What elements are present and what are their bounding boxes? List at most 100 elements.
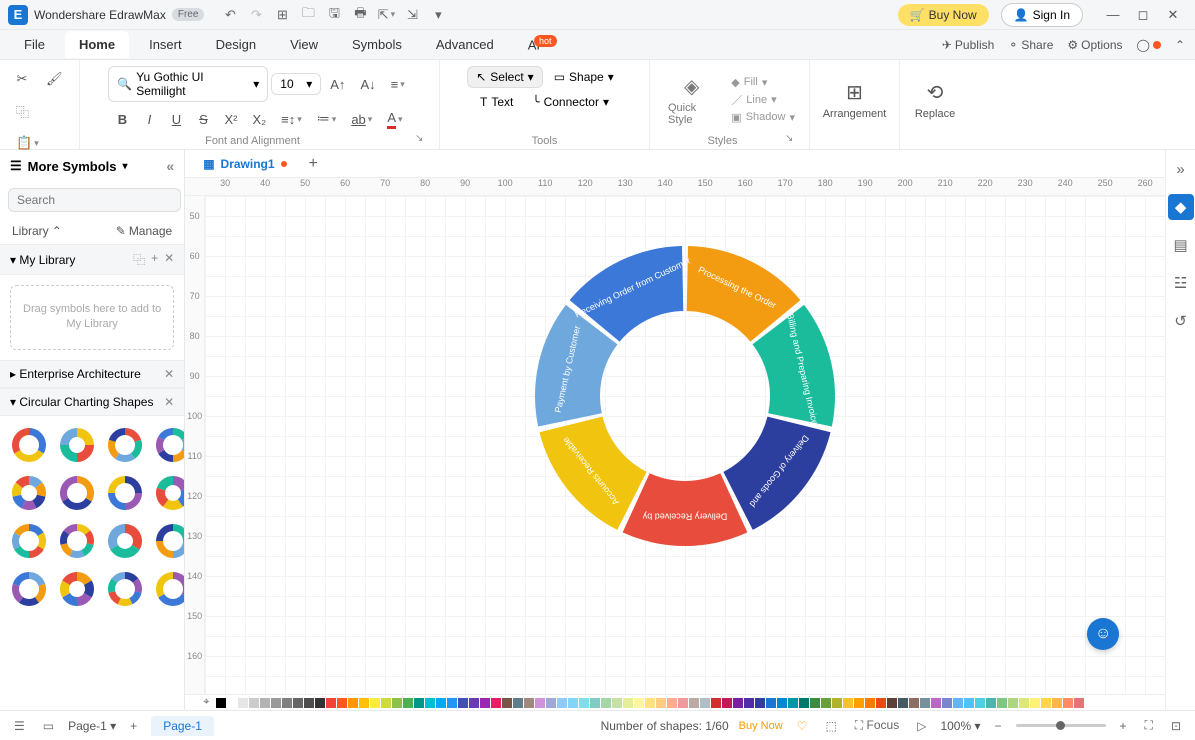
shape-tool-button[interactable]: ▭Shape▾ bbox=[546, 67, 622, 87]
new-lib-icon[interactable]: ⿻ bbox=[133, 251, 145, 268]
shape-thumbnail[interactable] bbox=[8, 424, 50, 466]
shape-thumbnail[interactable] bbox=[152, 472, 184, 514]
color-swatch[interactable] bbox=[535, 698, 545, 708]
superscript-button[interactable]: X² bbox=[218, 106, 243, 132]
shape-thumbnail[interactable] bbox=[56, 472, 98, 514]
bold-button[interactable]: B bbox=[110, 106, 134, 132]
shape-thumbnail[interactable] bbox=[56, 424, 98, 466]
cut-button[interactable]: ✂ bbox=[10, 66, 34, 92]
shape-thumbnail[interactable] bbox=[104, 520, 146, 562]
quick-style-button[interactable]: ◈Quick Style bbox=[660, 70, 723, 130]
add-icon[interactable]: + bbox=[151, 251, 158, 268]
color-swatch[interactable] bbox=[381, 698, 391, 708]
close-icon[interactable]: ✕ bbox=[164, 251, 174, 268]
underline-button[interactable]: U bbox=[164, 106, 188, 132]
font-color-button[interactable]: A bbox=[381, 106, 408, 132]
color-swatch[interactable] bbox=[678, 698, 688, 708]
italic-button[interactable]: I bbox=[137, 106, 161, 132]
search-input[interactable] bbox=[8, 188, 181, 212]
color-swatch[interactable] bbox=[1019, 698, 1029, 708]
color-swatch[interactable] bbox=[788, 698, 798, 708]
color-swatch[interactable] bbox=[744, 698, 754, 708]
maximize-button[interactable]: ◻ bbox=[1129, 3, 1157, 27]
shape-thumbnail[interactable] bbox=[56, 520, 98, 562]
color-swatch[interactable] bbox=[282, 698, 292, 708]
buy-now-link[interactable]: Buy Now bbox=[739, 720, 783, 732]
copy-button[interactable]: ⿻ bbox=[10, 98, 35, 124]
import-button[interactable]: ⇲ bbox=[402, 5, 422, 25]
color-swatch[interactable] bbox=[832, 698, 842, 708]
shadow-button[interactable]: ▣Shadow▾ bbox=[727, 110, 799, 125]
text-tool-button[interactable]: TText bbox=[472, 92, 521, 112]
color-swatch[interactable] bbox=[876, 698, 886, 708]
share-button[interactable]: ⚬Share bbox=[1008, 38, 1053, 52]
color-swatch[interactable] bbox=[414, 698, 424, 708]
color-swatch[interactable] bbox=[458, 698, 468, 708]
section-enterprise[interactable]: ▸ Enterprise Architecture ✕ bbox=[0, 360, 184, 388]
color-swatch[interactable] bbox=[590, 698, 600, 708]
color-swatch[interactable] bbox=[645, 698, 655, 708]
color-swatch[interactable] bbox=[1008, 698, 1018, 708]
text-effects-button[interactable]: ab bbox=[345, 106, 378, 132]
circular-chart-shape[interactable]: Processing the OrderBilling and Preparin… bbox=[525, 236, 845, 556]
color-swatch[interactable] bbox=[425, 698, 435, 708]
color-swatch[interactable] bbox=[942, 698, 952, 708]
color-swatch[interactable] bbox=[810, 698, 820, 708]
section-my-library[interactable]: ▾ My Library ⿻+✕ bbox=[0, 244, 184, 275]
shape-thumbnail[interactable] bbox=[56, 568, 98, 610]
options-button[interactable]: ⚙Options bbox=[1067, 38, 1122, 52]
color-swatch[interactable] bbox=[469, 698, 479, 708]
buy-now-button[interactable]: 🛒Buy Now bbox=[898, 4, 989, 26]
color-swatch[interactable] bbox=[986, 698, 996, 708]
color-swatch[interactable] bbox=[337, 698, 347, 708]
color-swatch[interactable] bbox=[557, 698, 567, 708]
minimize-button[interactable]: — bbox=[1099, 3, 1127, 27]
format-painter-button[interactable]: 🖌 bbox=[40, 66, 69, 92]
color-swatch[interactable] bbox=[689, 698, 699, 708]
page-panel-button[interactable]: ▤ bbox=[1168, 232, 1194, 258]
page-selector[interactable]: Page-1 ▾ bbox=[68, 719, 116, 733]
color-swatch[interactable] bbox=[843, 698, 853, 708]
shape-thumbnail[interactable] bbox=[152, 520, 184, 562]
document-tab[interactable]: ▦Drawing1 bbox=[195, 153, 294, 175]
export-button[interactable]: ⇱ bbox=[376, 5, 396, 25]
menu-file[interactable]: File bbox=[10, 31, 59, 58]
arrangement-button[interactable]: ⊞Arrangement bbox=[815, 76, 895, 124]
color-swatch[interactable] bbox=[568, 698, 578, 708]
qa-more-button[interactable]: ▾ bbox=[428, 5, 448, 25]
menu-advanced[interactable]: Advanced bbox=[422, 31, 508, 58]
color-swatch[interactable] bbox=[216, 698, 226, 708]
color-swatch[interactable] bbox=[1030, 698, 1040, 708]
save-button[interactable]: 🖫 bbox=[324, 5, 344, 25]
canvas[interactable]: Processing the OrderBilling and Preparin… bbox=[205, 196, 1165, 694]
connector-tool-button[interactable]: ╰Connector▾ bbox=[524, 92, 617, 112]
color-swatch[interactable] bbox=[711, 698, 721, 708]
page-tab-bottom[interactable]: Page-1 bbox=[151, 716, 214, 736]
shape-thumbnail[interactable] bbox=[8, 568, 50, 610]
zoom-level[interactable]: 100% ▾ bbox=[940, 719, 980, 733]
color-swatch[interactable] bbox=[304, 698, 314, 708]
close-button[interactable]: ✕ bbox=[1159, 3, 1187, 27]
color-swatch[interactable] bbox=[502, 698, 512, 708]
color-swatch[interactable] bbox=[722, 698, 732, 708]
color-swatch[interactable] bbox=[436, 698, 446, 708]
color-swatch[interactable] bbox=[271, 698, 281, 708]
shape-thumbnail[interactable] bbox=[152, 424, 184, 466]
redo-button[interactable]: ↷ bbox=[246, 5, 266, 25]
decrease-font-button[interactable]: A↓ bbox=[354, 71, 381, 97]
shape-thumbnail[interactable] bbox=[152, 568, 184, 610]
shape-thumbnail[interactable] bbox=[104, 568, 146, 610]
manage-button[interactable]: ✎Manage bbox=[116, 224, 172, 238]
expand-rail-button[interactable]: » bbox=[1168, 156, 1194, 182]
close-icon[interactable]: ✕ bbox=[164, 395, 174, 409]
subscript-button[interactable]: X₂ bbox=[246, 106, 272, 132]
line-spacing-button[interactable]: ≡↕ bbox=[275, 106, 308, 132]
color-swatch[interactable] bbox=[700, 698, 710, 708]
open-button[interactable]: 🗀 bbox=[298, 5, 318, 25]
add-page-button[interactable]: + bbox=[126, 717, 141, 735]
color-swatch[interactable] bbox=[370, 698, 380, 708]
font-size-dropdown[interactable]: 10▾ bbox=[271, 73, 321, 95]
color-swatch[interactable] bbox=[755, 698, 765, 708]
font-family-dropdown[interactable]: 🔍Yu Gothic UI Semilight▾ bbox=[108, 66, 268, 102]
layers-button[interactable]: ⬚ bbox=[821, 717, 840, 735]
